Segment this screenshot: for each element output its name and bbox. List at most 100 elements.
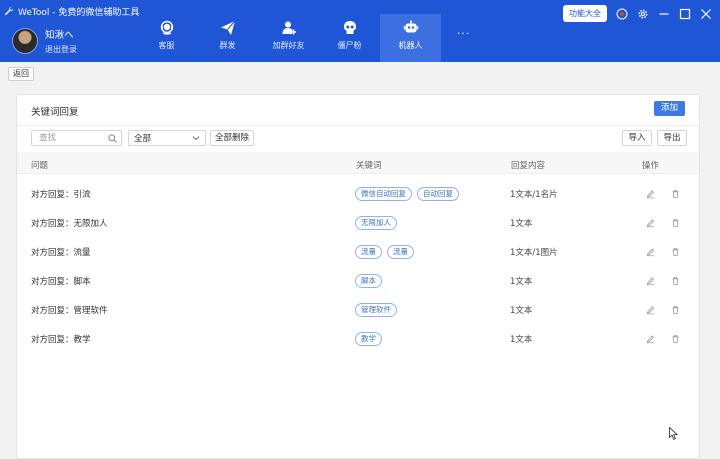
edit-icon[interactable] xyxy=(646,305,655,314)
keywords-cell: 流量 流量 xyxy=(355,244,414,259)
delete-all-button[interactable]: 全部删除 xyxy=(210,130,255,146)
help-icon[interactable] xyxy=(616,8,628,20)
delete-icon[interactable] xyxy=(671,218,680,227)
edit-icon[interactable] xyxy=(646,218,655,227)
nav-label: 加群好友 xyxy=(272,41,305,50)
actions-cell xyxy=(646,276,680,285)
divider xyxy=(17,125,699,126)
edit-icon[interactable] xyxy=(646,247,655,256)
nav-item-add-friends[interactable]: 加群好友 xyxy=(258,14,319,62)
table-row[interactable]: 对方回复：脚本 脚本 1文本 xyxy=(17,266,699,295)
table-row[interactable]: 对方回复：无限加人 无限加人 1文本 xyxy=(17,208,699,237)
gear-icon[interactable] xyxy=(637,8,649,20)
keywords-cell: 微信自动回复 自动回复 xyxy=(355,186,459,201)
column-header-actions: 操作 xyxy=(642,161,660,171)
user-profile: 知湫ヘ 退出登录 xyxy=(12,27,77,55)
minimize-icon[interactable] xyxy=(658,8,670,20)
column-header-question: 问题 xyxy=(31,161,49,171)
question-cell: 对方回复：脚本 xyxy=(31,276,91,287)
edit-icon[interactable] xyxy=(646,276,655,285)
wrench-icon xyxy=(4,6,14,16)
delete-icon[interactable] xyxy=(671,276,680,285)
keyword-tag: 教学 xyxy=(355,331,382,346)
nav-label: 群发 xyxy=(219,41,236,50)
paper-plane-icon xyxy=(220,20,235,35)
keyword-tag: 自动回复 xyxy=(417,186,459,201)
delete-icon[interactable] xyxy=(671,305,680,314)
actions-cell xyxy=(646,334,680,343)
import-button[interactable]: 导入 xyxy=(622,130,652,146)
keyword-tag: 流量 xyxy=(355,244,382,259)
delete-icon[interactable] xyxy=(671,189,680,198)
headset-icon xyxy=(160,20,173,35)
keyword-tag: 无限加人 xyxy=(355,215,397,230)
add-button[interactable]: 添加 xyxy=(653,101,685,116)
table-header: 问题 关键词 回复内容 操作 xyxy=(17,152,699,174)
user-name: 知湫ヘ xyxy=(45,30,74,41)
filter-toolbar: 全部 全部删除 导入 导出 xyxy=(31,130,687,146)
question-cell: 对方回复：引流 xyxy=(31,189,91,200)
keyword-tag: 微信自动回复 xyxy=(355,186,412,201)
keywords-cell: 无限加人 xyxy=(355,215,397,230)
nav-label: 僵尸粉 xyxy=(337,41,362,50)
keyword-tag: 脚本 xyxy=(355,273,382,288)
nav-label: 客服 xyxy=(158,41,175,50)
question-cell: 对方回复：流量 xyxy=(31,247,91,258)
function-list-button[interactable]: 功能大全 xyxy=(563,5,607,22)
title-bar: WeTool - 免费的微信辅助工具 xyxy=(4,5,140,18)
filter-select[interactable]: 全部 xyxy=(128,130,206,146)
table-row[interactable]: 对方回复：流量 流量 流量 1文本/1图片 xyxy=(17,237,699,266)
nav-label: 机器人 xyxy=(398,41,423,50)
export-button[interactable]: 导出 xyxy=(657,130,687,146)
actions-cell xyxy=(646,218,680,227)
delete-icon[interactable] xyxy=(671,334,680,343)
delete-icon[interactable] xyxy=(671,247,680,256)
column-header-keywords: 关键词 xyxy=(356,161,382,171)
app-header: WeTool - 免费的微信辅助工具 知湫ヘ 退出登录 客服 群发 加群好友 僵… xyxy=(0,0,720,62)
reply-cell: 1文本 xyxy=(510,276,533,287)
question-cell: 对方回复：无限加人 xyxy=(31,218,108,229)
keyword-tag: 管理软件 xyxy=(355,302,397,317)
reply-cell: 1文本/1名片 xyxy=(510,189,558,200)
chevron-down-icon xyxy=(192,136,200,141)
filter-select-value: 全部 xyxy=(134,134,152,144)
nav-item-robot[interactable]: 机器人 xyxy=(380,14,441,62)
question-cell: 对方回复：管理软件 xyxy=(31,305,108,316)
question-cell: 对方回复：教学 xyxy=(31,334,91,345)
robot-icon xyxy=(403,20,418,33)
table-row[interactable]: 对方回复：引流 微信自动回复 自动回复 1文本/1名片 xyxy=(17,179,699,208)
maximize-icon[interactable] xyxy=(679,8,691,20)
search-icon[interactable] xyxy=(108,134,117,143)
skull-icon xyxy=(343,21,356,34)
keyword-reply-panel: 关键词回复 添加 全部 全部删除 导入 导出 问题 关键词 回复内容 操作 对方… xyxy=(16,94,700,459)
table-row[interactable]: 对方回复：管理软件 管理软件 1文本 xyxy=(17,295,699,324)
mouse-cursor-icon xyxy=(669,427,678,440)
keywords-cell: 教学 xyxy=(355,331,382,346)
keyword-tag: 流量 xyxy=(387,244,414,259)
nav-more-button[interactable]: ··· xyxy=(441,14,486,62)
sub-toolbar: 返回 xyxy=(0,62,720,87)
close-icon[interactable] xyxy=(700,8,712,20)
actions-cell xyxy=(646,247,680,256)
column-header-reply: 回复内容 xyxy=(511,161,546,171)
logout-link[interactable]: 退出登录 xyxy=(45,44,77,55)
search-input[interactable] xyxy=(39,133,105,143)
table-row[interactable]: 对方回复：教学 教学 1文本 xyxy=(17,324,699,353)
nav-item-customer-service[interactable]: 客服 xyxy=(136,14,197,62)
edit-icon[interactable] xyxy=(646,189,655,198)
avatar[interactable] xyxy=(12,28,38,54)
edit-icon[interactable] xyxy=(646,334,655,343)
app-title: WeTool - 免费的微信辅助工具 xyxy=(18,7,140,18)
actions-cell xyxy=(646,305,680,314)
nav-item-zombie-fans[interactable]: 僵尸粉 xyxy=(319,14,380,62)
reply-cell: 1文本 xyxy=(510,218,533,229)
panel-title: 关键词回复 xyxy=(31,107,79,118)
add-friend-icon xyxy=(282,21,296,35)
reply-cell: 1文本 xyxy=(510,334,533,345)
search-box xyxy=(31,130,122,146)
back-button[interactable]: 返回 xyxy=(8,67,34,81)
nav-item-broadcast[interactable]: 群发 xyxy=(197,14,258,62)
main-nav: 客服 群发 加群好友 僵尸粉 机器人 ··· xyxy=(136,14,486,62)
window-controls: 功能大全 xyxy=(563,5,712,22)
keywords-cell: 管理软件 xyxy=(355,302,397,317)
